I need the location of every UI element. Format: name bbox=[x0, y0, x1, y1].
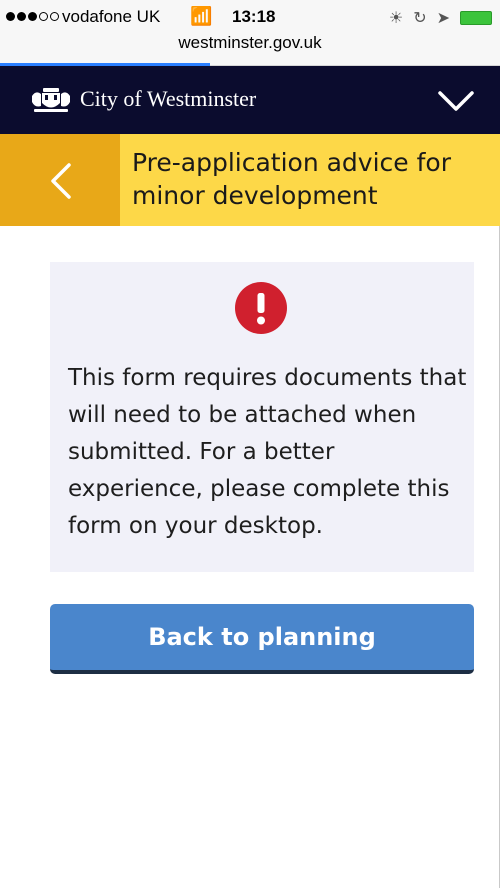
signal-strength-icon bbox=[6, 12, 59, 21]
crest-logo[interactable] bbox=[30, 86, 72, 114]
desktop-required-notice: This form requires documents that will n… bbox=[50, 262, 474, 572]
back-to-planning-button[interactable]: Back to planning bbox=[50, 604, 474, 674]
ios-status-bar: vodafone UK 📶 13:18 ☀ ↻ ➤ westminster.go… bbox=[0, 0, 500, 66]
chevron-down-icon bbox=[438, 91, 474, 111]
battery-icon bbox=[460, 11, 492, 25]
page-title-bar: Pre-application advice for minor develop… bbox=[0, 134, 500, 226]
site-brand[interactable]: City of Westminster bbox=[80, 86, 256, 112]
status-icons: ☀ ↻ ➤ bbox=[389, 8, 492, 28]
chevron-left-icon bbox=[51, 163, 71, 199]
wifi-icon: 📶 bbox=[190, 6, 213, 26]
carrier-name: vodafone UK bbox=[62, 7, 161, 26]
status-time: 13:18 bbox=[232, 7, 276, 26]
exclamation-circle-icon bbox=[235, 282, 287, 334]
address-bar[interactable]: westminster.gov.uk bbox=[0, 33, 500, 53]
menu-toggle-button[interactable] bbox=[434, 84, 478, 116]
orientation-lock-icon: ↻ bbox=[413, 10, 427, 27]
page-title: Pre-application advice for minor develop… bbox=[132, 148, 451, 210]
page: vodafone UK 📶 13:18 ☀ ↻ ➤ westminster.go… bbox=[0, 0, 500, 888]
location-icon: ➤ bbox=[436, 10, 450, 27]
brightness-icon: ☀ bbox=[388, 10, 404, 27]
status-row: vodafone UK 📶 13:18 ☀ ↻ ➤ bbox=[0, 6, 500, 32]
site-header: City of Westminster bbox=[0, 66, 500, 134]
back-button[interactable] bbox=[0, 134, 120, 226]
notice-message: This form requires documents that will n… bbox=[68, 365, 467, 539]
